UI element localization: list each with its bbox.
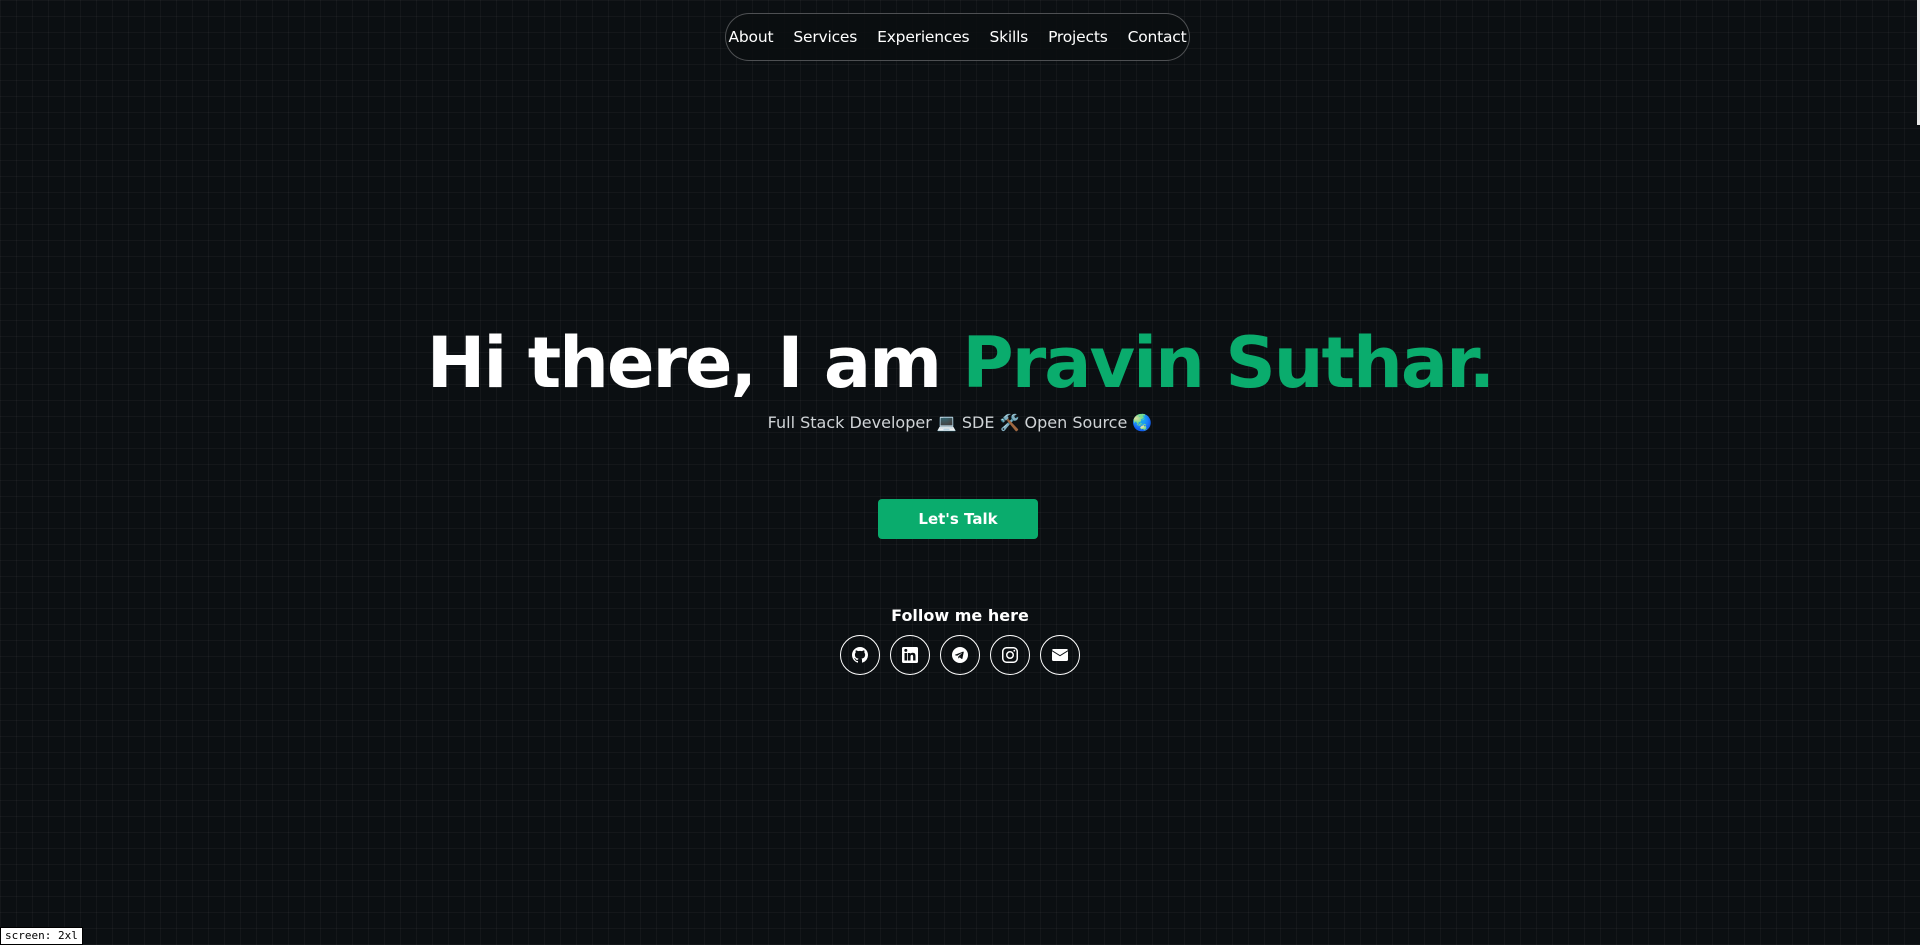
linkedin-link[interactable]	[890, 635, 930, 675]
instagram-link[interactable]	[990, 635, 1030, 675]
github-link[interactable]	[840, 635, 880, 675]
hero-subtitle: Full Stack Developer 💻 SDE 🛠️ Open Sourc…	[767, 413, 1153, 432]
follow-label: Follow me here	[891, 606, 1029, 625]
top-navigation: About Services Experiences Skills Projec…	[725, 13, 1190, 61]
hero-name-last: Suthar.	[1225, 322, 1495, 404]
social-links	[840, 635, 1080, 677]
nav-link-about[interactable]: About	[729, 28, 774, 46]
email-icon	[1052, 648, 1068, 661]
telegram-icon	[952, 647, 968, 663]
hero-name-first: Pravin	[962, 322, 1205, 404]
hero-greeting: Hi there, I am	[426, 322, 942, 404]
nav-link-services[interactable]: Services	[793, 28, 857, 46]
nav-link-experiences[interactable]: Experiences	[877, 28, 970, 46]
nav-link-contact[interactable]: Contact	[1128, 28, 1187, 46]
instagram-icon	[1002, 647, 1018, 663]
nav-link-projects[interactable]: Projects	[1048, 28, 1108, 46]
nav-link-skills[interactable]: Skills	[989, 28, 1028, 46]
hero-heading: Hi there, I am Pravin Suthar.	[0, 318, 1920, 408]
github-icon	[852, 647, 868, 663]
lets-talk-button[interactable]: Let's Talk	[878, 499, 1038, 539]
email-link[interactable]	[1040, 635, 1080, 675]
screen-size-indicator: screen: 2xl	[0, 927, 83, 945]
linkedin-icon	[902, 647, 918, 663]
telegram-link[interactable]	[940, 635, 980, 675]
